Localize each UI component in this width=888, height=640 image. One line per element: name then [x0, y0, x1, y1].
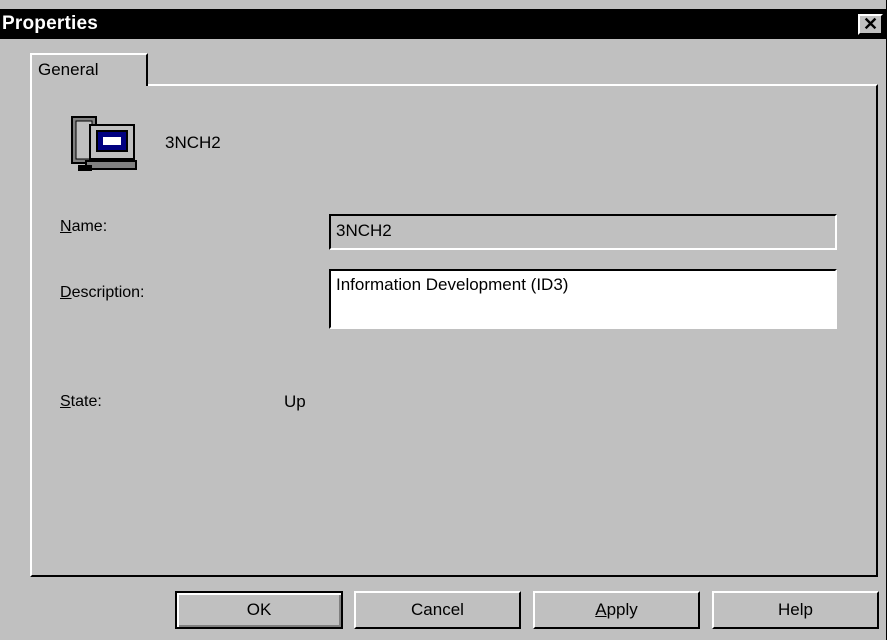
- tab-general-label: General: [38, 60, 99, 79]
- computer-name-heading: 3NCH2: [165, 133, 221, 152]
- apply-button-label: Apply: [595, 600, 638, 619]
- help-button-label: Help: [778, 600, 813, 619]
- state-value: Up: [284, 392, 306, 411]
- name-label: Name:: [60, 218, 107, 236]
- description-label: Description:: [60, 284, 144, 302]
- close-button[interactable]: ✕: [858, 14, 883, 35]
- ok-button-label: OK: [246, 600, 272, 619]
- cancel-button-label: Cancel: [411, 600, 464, 619]
- apply-button[interactable]: Apply: [533, 591, 700, 629]
- general-panel: [30, 84, 878, 577]
- close-icon: ✕: [862, 14, 879, 34]
- tab-general[interactable]: General: [30, 53, 148, 86]
- properties-dialog: Properties ✕ General 3NCH2 Name: 3NCH2 D…: [0, 0, 887, 640]
- state-label: State:: [60, 393, 102, 411]
- window-title: Properties: [2, 13, 98, 34]
- name-field[interactable]: 3NCH2: [329, 214, 837, 250]
- description-field[interactable]: Information Development (ID3): [329, 269, 837, 329]
- name-label-text: Name:: [60, 218, 108, 235]
- cancel-button[interactable]: Cancel: [354, 591, 521, 629]
- description-label-text: Description:: [60, 284, 145, 301]
- computer-icon: [71, 116, 137, 171]
- help-button[interactable]: Help: [712, 591, 879, 629]
- title-bar[interactable]: Properties ✕: [0, 9, 887, 39]
- ok-button[interactable]: OK: [175, 591, 343, 629]
- state-label-text: State:: [60, 393, 102, 410]
